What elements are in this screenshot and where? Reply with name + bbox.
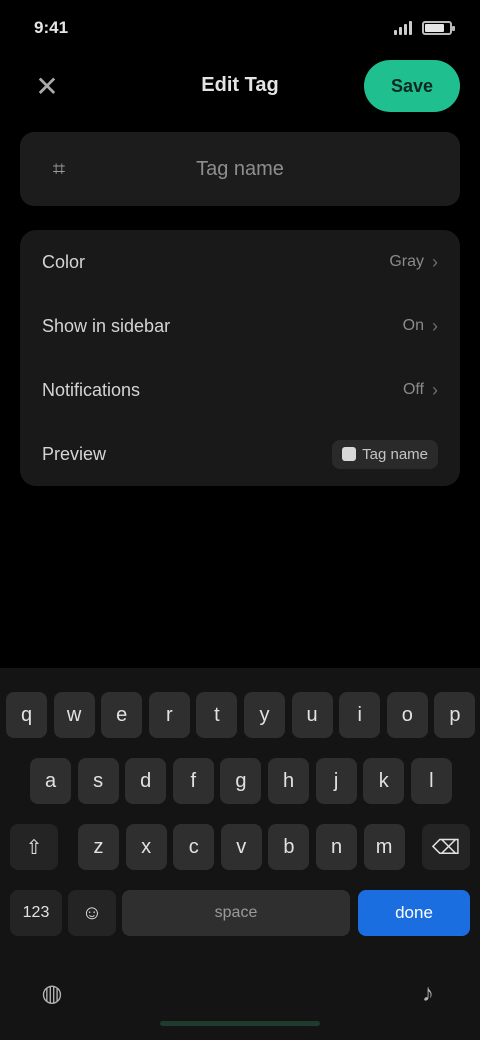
key-w[interactable]: w	[53, 692, 95, 738]
status-icons	[394, 21, 455, 35]
key-p[interactable]: p	[434, 692, 476, 738]
shift-key[interactable]: ⇧	[10, 824, 58, 870]
setting-row-notifications[interactable]: Notifications Off ›	[42, 358, 438, 422]
setting-label: Show in sidebar	[42, 315, 171, 336]
setting-row-preview: Preview Tag name	[42, 422, 438, 486]
key-b[interactable]: b	[268, 824, 310, 870]
tag-name-field[interactable]: ⌗	[20, 132, 460, 206]
key-k[interactable]: k	[363, 758, 405, 804]
key-z[interactable]: z	[78, 824, 119, 870]
tag-name-input[interactable]	[74, 157, 406, 181]
setting-value: On ›	[403, 316, 438, 337]
key-n[interactable]: n	[316, 824, 357, 870]
keyboard-bottom-bar: ◍ ♪	[0, 968, 480, 1040]
setting-row-sidebar[interactable]: Show in sidebar On ›	[42, 294, 438, 358]
keyboard-row-1: qwertyuiop	[0, 692, 480, 740]
setting-value-text: Gray	[389, 253, 424, 270]
status-bar: 9:41	[0, 0, 480, 56]
setting-label: Preview	[42, 443, 107, 464]
key-r[interactable]: r	[148, 692, 190, 738]
key-d[interactable]: d	[125, 758, 167, 804]
page-title: Edit Tag	[201, 74, 279, 96]
mic-icon[interactable]: ♪	[408, 974, 448, 1014]
key-h[interactable]: h	[268, 758, 309, 804]
shift-icon: ⇧	[25, 836, 43, 859]
key-o[interactable]: o	[386, 692, 428, 738]
setting-label: Color	[42, 251, 86, 272]
chevron-right-icon: ›	[432, 315, 438, 336]
clock: 9:41	[34, 18, 69, 37]
return-key[interactable]: done	[358, 890, 470, 936]
battery-level	[425, 24, 444, 32]
key-i[interactable]: i	[339, 692, 381, 738]
key-s[interactable]: s	[77, 758, 119, 804]
setting-value-text: Off	[402, 381, 424, 398]
key-g[interactable]: g	[220, 758, 262, 804]
backspace-key[interactable]: ⌫	[422, 824, 470, 870]
close-icon: ✕	[35, 71, 59, 102]
key-e[interactable]: e	[101, 692, 143, 738]
home-indicator	[160, 1021, 320, 1026]
signal-icon	[394, 21, 412, 35]
setting-value: Gray ›	[389, 252, 438, 273]
key-v[interactable]: v	[220, 824, 262, 870]
key-m[interactable]: m	[363, 824, 405, 870]
key-t[interactable]: t	[196, 692, 238, 738]
backspace-icon: ⌫	[431, 836, 461, 859]
save-button[interactable]: Save	[364, 60, 460, 112]
key-y[interactable]: y	[244, 692, 285, 738]
header: ✕ Edit Tag Save	[0, 56, 480, 118]
chevron-right-icon: ›	[432, 379, 438, 400]
setting-value: Off ›	[403, 380, 438, 401]
key-l[interactable]: l	[410, 758, 452, 804]
numbers-key[interactable]: 123	[10, 890, 62, 936]
key-q[interactable]: q	[6, 692, 47, 738]
status-time: 9:41	[34, 18, 68, 38]
key-a[interactable]: a	[30, 758, 71, 804]
keyboard-row-4: 123 ☺ space done	[0, 890, 480, 938]
keyboard-row-2: asdfghjkl	[0, 758, 480, 806]
key-x[interactable]: x	[125, 824, 167, 870]
setting-row-color[interactable]: Color Gray ›	[42, 230, 438, 294]
space-key[interactable]: space	[122, 890, 350, 936]
key-c[interactable]: c	[173, 824, 215, 870]
emoji-icon: ☺	[81, 901, 103, 924]
tag-preview-chip: Tag name	[332, 439, 438, 469]
tag-icon: ⌗	[52, 156, 66, 181]
setting-label: Notifications	[42, 379, 141, 400]
tag-preview-text: Tag name	[362, 445, 428, 463]
globe-icon[interactable]: ◍	[32, 974, 72, 1014]
keyboard: qwertyuiop asdfghjkl ⇧ ⌫ zxcvbnm 123 ☺ s…	[0, 668, 480, 1040]
setting-value-text: On	[402, 317, 424, 334]
emoji-key[interactable]: ☺	[68, 890, 116, 936]
tag-color-dot	[342, 447, 357, 461]
close-button[interactable]: ✕	[28, 68, 66, 106]
settings-card: Color Gray › Show in sidebar On › Notifi…	[20, 230, 460, 486]
key-f[interactable]: f	[172, 758, 214, 804]
keyboard-row-3: ⇧ ⌫ zxcvbnm	[0, 824, 480, 872]
chevron-right-icon: ›	[432, 251, 438, 272]
key-u[interactable]: u	[291, 692, 333, 738]
key-j[interactable]: j	[315, 758, 357, 804]
battery-icon	[422, 21, 455, 35]
